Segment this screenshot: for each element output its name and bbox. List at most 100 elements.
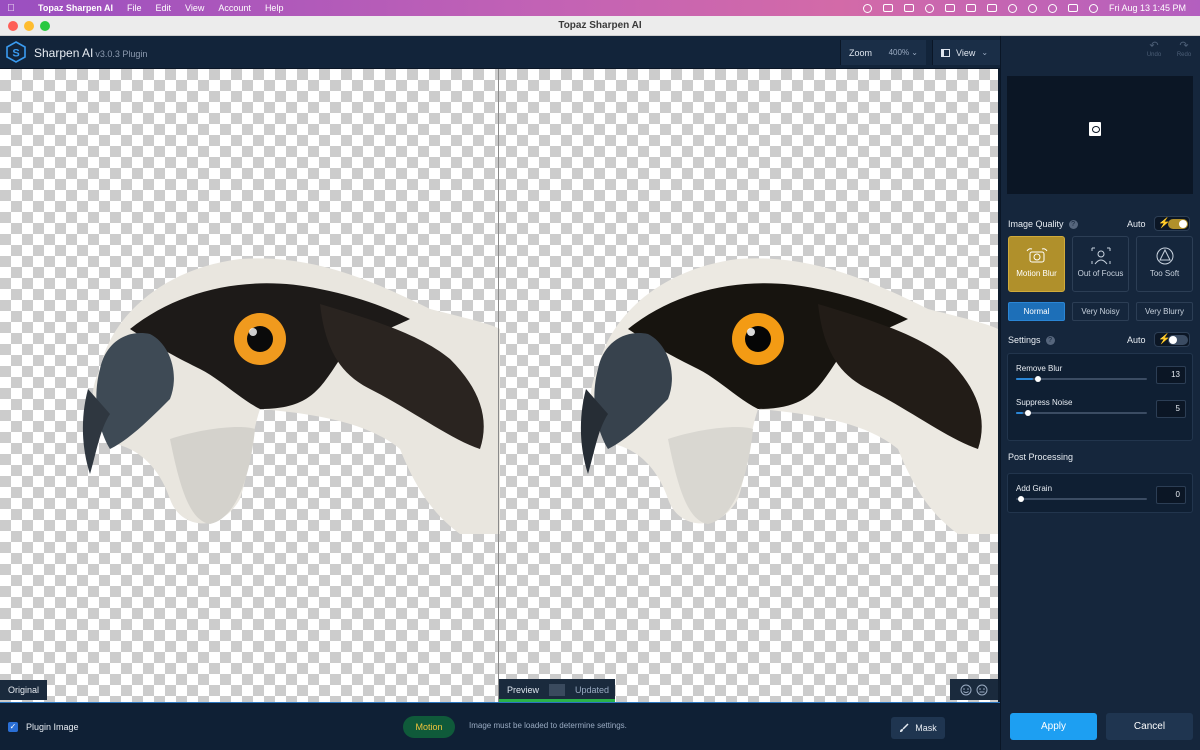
siri-icon[interactable] (1088, 3, 1098, 13)
window-icon[interactable] (903, 4, 914, 12)
bottom-bar: ✓ Plugin Image Motion Image must be load… (0, 702, 1000, 750)
m-app-icon[interactable] (944, 4, 955, 12)
view-dropdown[interactable]: View ⌄ (932, 40, 1000, 65)
brush-icon (900, 723, 909, 732)
suppress-noise-slider-handle[interactable] (1025, 410, 1031, 416)
mail-icon[interactable] (965, 4, 976, 12)
settings-auto-toggle[interactable]: ⚡ (1154, 332, 1190, 347)
add-grain-slider-handle[interactable] (1018, 496, 1024, 502)
app-title: Sharpen AI v3.0.3 Plugin (34, 46, 147, 60)
spotlight-icon[interactable] (1047, 3, 1057, 13)
face-tools (950, 679, 998, 700)
image-placeholder-icon (1089, 122, 1101, 136)
cancel-button[interactable]: Cancel (1106, 713, 1193, 740)
noise-very-noisy-button[interactable]: Very Noisy (1072, 302, 1129, 321)
image-canvas[interactable]: Original Preview Updated (0, 69, 998, 702)
suppress-noise-slider[interactable] (1016, 410, 1147, 416)
motion-blur-icon (1026, 248, 1047, 263)
undo-icon: ↶ (1149, 40, 1159, 52)
compare-divider[interactable] (498, 69, 499, 702)
post-processing-heading: Post Processing (1008, 452, 1074, 462)
mask-button[interactable]: Mask (891, 717, 945, 739)
menu-bar:  Topaz Sharpen AI File Edit View Accoun… (0, 0, 1200, 16)
menu-app-name[interactable]: Topaz Sharpen AI (38, 3, 113, 13)
remove-blur-slider-handle[interactable] (1035, 376, 1041, 382)
preview-image (580, 258, 998, 534)
control-center-icon[interactable] (1067, 4, 1078, 12)
remove-blur-label: Remove Blur (1016, 364, 1063, 373)
preview-toggle[interactable]: Preview Updated (499, 679, 615, 702)
mode-out-of-focus-button[interactable]: Out of Focus (1072, 236, 1129, 292)
undo-button[interactable]: ↶ Undo (1144, 40, 1164, 58)
original-label: Original (0, 680, 48, 700)
redo-label: Redo (1176, 52, 1192, 58)
mode-motion-blur-button[interactable]: Motion Blur (1008, 236, 1065, 292)
noise-very-blurry-button[interactable]: Very Blurry (1136, 302, 1193, 321)
help-icon[interactable]: ? (1068, 220, 1078, 230)
c-app-icon[interactable] (924, 3, 934, 13)
plugin-image-label: Plugin Image (26, 722, 79, 732)
add-grain-value[interactable]: 0 (1156, 486, 1186, 504)
suppress-noise-value[interactable]: 5 (1156, 400, 1186, 418)
menu-edit[interactable]: Edit (156, 3, 172, 13)
menu-help[interactable]: Help (265, 3, 284, 13)
zoom-label: Zoom (849, 47, 873, 58)
image-quality-auto-label: Auto (1127, 219, 1146, 229)
original-image (82, 258, 500, 534)
settings-heading: Settings? (1008, 335, 1055, 346)
post-processing-sliders: Add Grain 0 (1007, 473, 1193, 513)
battery-app-icon[interactable] (882, 4, 893, 12)
mode-too-soft-label: Too Soft (1149, 269, 1180, 278)
zoom-dropdown[interactable]: Zoom 400% ⌄ (840, 40, 926, 65)
view-label: View (956, 47, 976, 58)
settings-sliders: Remove Blur 13 Suppress Noise 5 (1007, 353, 1193, 441)
plugin-image-checkbox[interactable]: ✓ (8, 722, 18, 732)
app-version: v3.0.3 Plugin (95, 49, 148, 59)
status-message: Image must be loaded to determine settin… (469, 721, 627, 730)
too-soft-icon (1156, 247, 1173, 265)
creative-cloud-icon[interactable] (862, 3, 872, 13)
menu-file[interactable]: File (127, 3, 142, 13)
apple-icon[interactable]:  (0, 3, 22, 14)
menu-account[interactable]: Account (218, 3, 251, 13)
face-compare-icon[interactable] (976, 684, 988, 696)
mode-out-of-focus-label: Out of Focus (1077, 269, 1124, 278)
motion-badge[interactable]: Motion (403, 716, 455, 738)
updated-label: Updated (575, 684, 610, 695)
navigator-preview[interactable] (1007, 76, 1193, 194)
remove-blur-value[interactable]: 13 (1156, 366, 1186, 384)
topaz-logo-icon: S (6, 41, 26, 63)
settings-panel: ↶ Undo ↷ Redo Image Quality? Auto ⚡ Motion… (1000, 36, 1200, 750)
redo-button[interactable]: ↷ Redo (1174, 40, 1194, 58)
noise-normal-button[interactable]: Normal (1008, 302, 1065, 321)
image-quality-heading: Image Quality? (1008, 219, 1078, 230)
out-of-focus-icon (1091, 247, 1110, 265)
battery-icon[interactable] (986, 4, 997, 12)
mask-label: Mask (915, 723, 937, 733)
help-icon[interactable]: ? (1045, 336, 1055, 346)
face-icon[interactable] (960, 684, 972, 696)
image-quality-auto-toggle[interactable]: ⚡ (1154, 216, 1190, 231)
chevron-down-icon: ⌄ (981, 48, 989, 57)
window-title: Topaz Sharpen AI (558, 20, 642, 31)
wifi-icon[interactable] (1007, 3, 1017, 13)
preview-switch[interactable] (549, 683, 566, 696)
undo-label: Undo (1146, 52, 1162, 58)
mode-too-soft-button[interactable]: Too Soft (1136, 236, 1193, 292)
zoom-value: 400% ⌄ (888, 48, 918, 57)
mode-motion-blur-label: Motion Blur (1016, 269, 1057, 278)
settings-auto-label: Auto (1127, 335, 1146, 345)
menu-view[interactable]: View (185, 3, 204, 13)
status-icons: Fri Aug 13 1:45 PM (862, 0, 1186, 16)
remove-blur-slider[interactable] (1016, 376, 1147, 382)
preview-label: Preview (507, 684, 540, 695)
add-grain-label: Add Grain (1016, 484, 1053, 493)
app-name: Sharpen AI (34, 46, 94, 60)
user-icon[interactable] (1027, 3, 1037, 13)
redo-icon: ↷ (1179, 40, 1189, 52)
window-title-bar: Topaz Sharpen AI (0, 16, 1200, 36)
add-grain-slider[interactable] (1016, 496, 1147, 502)
svg-text:S: S (12, 48, 19, 60)
apply-button[interactable]: Apply (1010, 713, 1097, 740)
menu-clock[interactable]: Fri Aug 13 1:45 PM (1109, 3, 1186, 13)
